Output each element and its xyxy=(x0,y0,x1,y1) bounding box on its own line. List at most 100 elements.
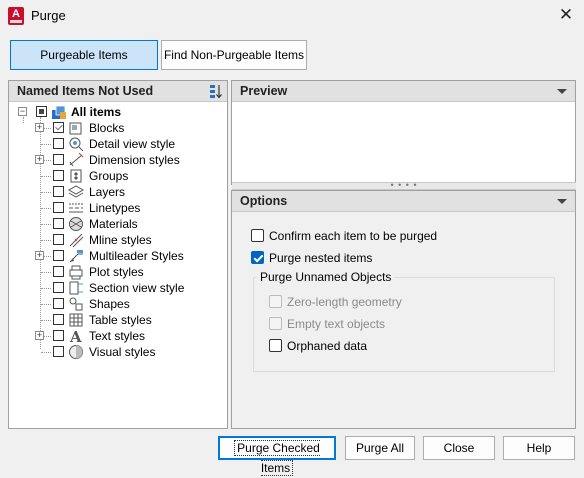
preview-panel: Preview xyxy=(231,80,576,185)
tree-item-label: Shapes xyxy=(89,297,130,311)
tree-item-label: Text styles xyxy=(89,329,146,343)
tree-item-checkbox[interactable] xyxy=(53,218,64,229)
tree-item-plot-styles[interactable]: Plot styles xyxy=(9,264,224,280)
tab-find-non-purgeable-items[interactable]: Find Non-Purgeable Items xyxy=(161,40,307,70)
window-title: Purge xyxy=(31,8,66,23)
options-header-label: Options xyxy=(240,194,288,208)
expand-icon[interactable]: + xyxy=(35,331,44,340)
tree-item-checkbox[interactable] xyxy=(53,346,64,357)
collapse-icon[interactable]: − xyxy=(18,107,27,116)
tree-item-label: Section view style xyxy=(89,281,185,295)
empty-text-objects-label: Empty text objects xyxy=(287,317,386,331)
tree-item-multileader-styles[interactable]: + Multileader Styles xyxy=(9,248,224,264)
root-checkbox[interactable] xyxy=(36,106,47,117)
tree-item-section-view-style[interactable]: Section view style xyxy=(9,280,224,296)
groups-icon xyxy=(70,169,82,183)
items-tree: − All items + Blocks Detail view style + Dim… xyxy=(9,103,227,428)
tab-purgeable-items[interactable]: Purgeable Items xyxy=(10,40,158,70)
table-styles-icon xyxy=(69,313,83,327)
tree-item-checkbox[interactable] xyxy=(53,186,64,197)
tree-item-checkbox[interactable] xyxy=(53,314,64,325)
empty-text-objects-checkbox xyxy=(269,317,282,330)
orphaned-data-checkbox[interactable] xyxy=(269,339,282,352)
shapes-icon xyxy=(69,297,83,311)
purge-unnamed-objects-label: Purge Unnamed Objects xyxy=(257,270,395,284)
tree-item-checkbox[interactable] xyxy=(53,234,64,245)
expand-icon[interactable]: + xyxy=(35,123,44,132)
zero-length-geometry-label: Zero-length geometry xyxy=(287,295,402,309)
panel-splitter-handle[interactable]: • • • • xyxy=(232,181,576,190)
tree-item-layers[interactable]: Layers xyxy=(9,184,224,200)
expand-icon[interactable]: + xyxy=(35,251,44,260)
multileader-styles-icon xyxy=(69,250,83,263)
tree-item-label: Plot styles xyxy=(89,265,144,279)
tree-item-visual-styles[interactable]: Visual styles xyxy=(9,344,224,360)
options-header[interactable]: Options xyxy=(232,191,575,212)
tree-item-checkbox[interactable] xyxy=(53,330,64,341)
tree-item-materials[interactable]: Materials xyxy=(9,216,224,232)
tree-item-label: Blocks xyxy=(89,121,125,135)
all-items-icon xyxy=(52,105,66,119)
tree-item-text-styles[interactable]: + A Text styles xyxy=(9,328,224,344)
tree-item-linetypes[interactable]: Linetypes xyxy=(9,200,224,216)
tree-item-checkbox[interactable] xyxy=(53,250,64,261)
options-collapse-icon[interactable] xyxy=(557,199,567,204)
tree-item-table-styles[interactable]: Table styles xyxy=(9,312,224,328)
tree-item-checkbox[interactable] xyxy=(53,170,64,181)
plot-styles-icon xyxy=(69,265,83,280)
purge-all-button[interactable]: Purge All xyxy=(345,436,415,460)
named-items-header-label: Named Items Not Used xyxy=(17,84,154,98)
tree-item-shapes[interactable]: Shapes xyxy=(9,296,224,312)
tree-item-label: Detail view style xyxy=(89,137,176,151)
help-button[interactable]: Help xyxy=(503,436,575,460)
close-window-icon[interactable]: ✕ xyxy=(554,4,578,28)
tree-item-checkbox[interactable] xyxy=(53,298,64,309)
tree-item-label: Linetypes xyxy=(89,201,141,215)
svg-text:A: A xyxy=(69,328,82,344)
tree-item-blocks[interactable]: + Blocks xyxy=(9,120,224,136)
section-view-icon xyxy=(69,281,83,295)
materials-icon xyxy=(69,217,83,231)
tree-item-label: Visual styles xyxy=(89,345,156,359)
tree-item-checkbox[interactable] xyxy=(53,138,64,149)
sort-icon[interactable] xyxy=(209,84,223,99)
preview-header-label: Preview xyxy=(240,84,288,98)
detail-view-icon xyxy=(69,137,84,152)
preview-collapse-icon[interactable] xyxy=(557,89,567,94)
orphaned-data-label: Orphaned data xyxy=(287,339,368,353)
purge-nested-items-checkbox[interactable] xyxy=(251,251,264,264)
tree-item-checkbox[interactable] xyxy=(53,282,64,293)
tree-item-mline-styles[interactable]: Mline styles xyxy=(9,232,224,248)
tree-item-label: Mline styles xyxy=(89,233,152,247)
purge-checked-items-button[interactable]: Purge Checked Items xyxy=(218,436,336,476)
named-items-header: Named Items Not Used xyxy=(9,81,227,102)
layers-icon xyxy=(68,185,84,198)
preview-header[interactable]: Preview xyxy=(232,81,575,102)
tree-item-label: Groups xyxy=(89,169,129,183)
mline-styles-icon xyxy=(69,233,84,248)
purge-nested-items-label: Purge nested items xyxy=(269,251,373,265)
dimension-styles-icon xyxy=(69,152,84,167)
text-styles-icon: A xyxy=(69,328,82,344)
tree-root-row[interactable]: − All items xyxy=(9,104,224,120)
confirm-each-item-checkbox[interactable] xyxy=(251,229,264,242)
tree-item-label: Materials xyxy=(89,217,138,231)
tree-item-checkbox[interactable] xyxy=(53,266,64,277)
close-button[interactable]: Close xyxy=(423,436,495,460)
tree-item-dimension-styles[interactable]: + Dimension styles xyxy=(9,152,224,168)
blocks-icon xyxy=(69,122,82,135)
named-items-panel: Named Items Not Used − All items + Block… xyxy=(8,80,228,429)
tree-item-checkbox[interactable] xyxy=(53,202,64,213)
purge-checked-items-label: Purge Checked Items xyxy=(234,440,320,476)
expand-icon[interactable]: + xyxy=(35,155,44,164)
linetypes-icon xyxy=(69,203,83,213)
tree-item-checkbox[interactable] xyxy=(53,154,64,165)
tree-item-groups[interactable]: Groups xyxy=(9,168,224,184)
autocad-app-icon: A xyxy=(8,7,24,25)
tree-item-label: Table styles xyxy=(89,313,152,327)
tree-item-detail-view-style[interactable]: Detail view style xyxy=(9,136,224,152)
tree-item-checkbox[interactable] xyxy=(53,122,64,133)
title-bar[interactable]: A Purge ✕ xyxy=(0,0,584,32)
confirm-each-item-label: Confirm each item to be purged xyxy=(269,229,438,243)
tree-item-label: Layers xyxy=(89,185,126,199)
